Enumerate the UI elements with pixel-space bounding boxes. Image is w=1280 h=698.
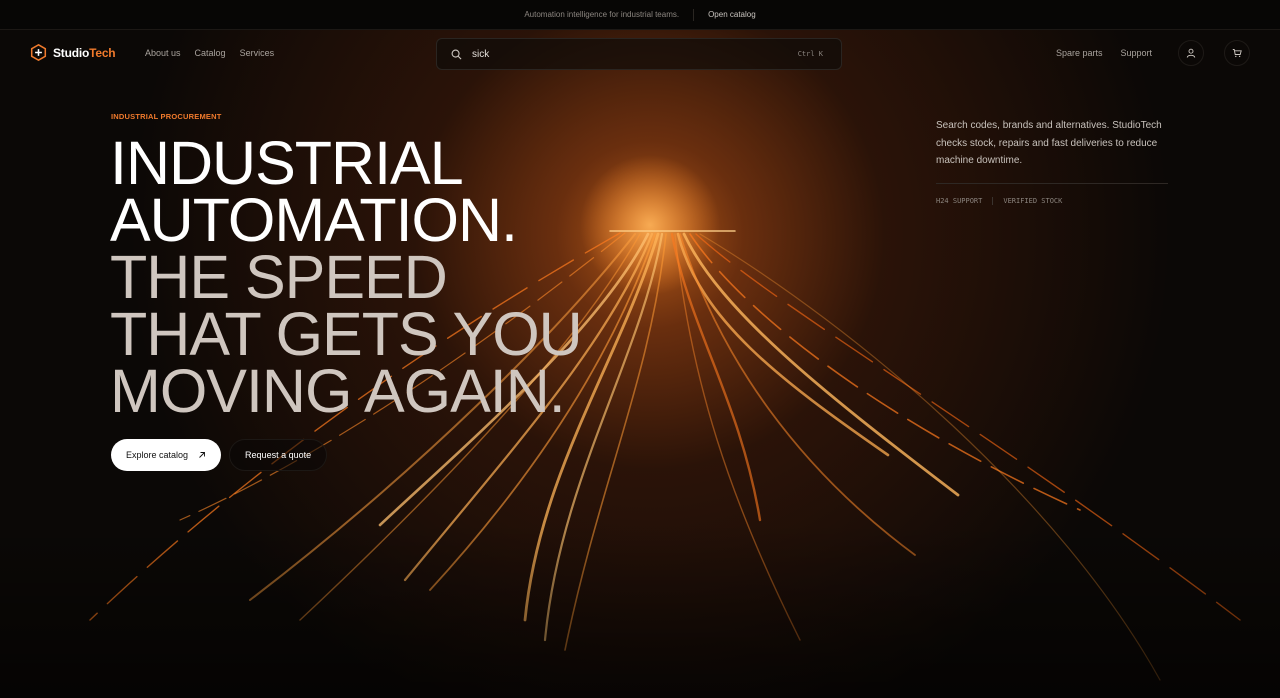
tag-verified-stock: VERIFIED STOCK [1003, 196, 1063, 205]
request-quote-button[interactable]: Request a quote [229, 439, 328, 471]
headline-line-2: AUTOMATION. [110, 186, 518, 254]
announcement-bar: Automation intelligence for industrial t… [0, 0, 1280, 30]
cart-icon [1232, 49, 1242, 58]
hero-headline: INDUSTRIAL AUTOMATION. THE SPEED THAT GE… [110, 129, 583, 425]
search-icon [451, 49, 462, 59]
search-input[interactable]: sick [472, 49, 798, 60]
hero-side-panel: Search codes, brands and alternatives. S… [936, 117, 1176, 205]
headline-line-4: THAT GETS YOU [110, 300, 583, 368]
announcement-text: Automation intelligence for industrial t… [524, 10, 680, 19]
cart-button[interactable] [1224, 40, 1250, 66]
open-catalog-link[interactable]: Open catalog [708, 10, 756, 19]
main-nav-links: About us Catalog Services [145, 48, 274, 58]
arrow-up-right-icon [199, 452, 205, 458]
request-quote-label: Request a quote [245, 450, 312, 460]
headline-line-3: THE SPEED [110, 243, 448, 311]
nav-link-spare-parts[interactable]: Spare parts [1056, 48, 1103, 58]
hero-side-text: Search codes, brands and alternatives. S… [936, 120, 1162, 166]
announcement-divider [693, 8, 695, 21]
search-bar[interactable]: sick Ctrl K [436, 38, 842, 70]
brand-name: StudioTech [53, 45, 116, 60]
nav-link-catalog[interactable]: Catalog [195, 48, 226, 58]
explore-catalog-button[interactable]: Explore catalog [111, 439, 222, 471]
explore-catalog-label: Explore catalog [126, 450, 189, 460]
side-tags: H24 SUPPORT VERIFIED STOCK [936, 196, 1176, 205]
nav-link-services[interactable]: Services [240, 48, 275, 58]
tag-separator [992, 196, 994, 205]
hero-eyebrow: INDUSTRIAL PROCUREMENT [111, 112, 222, 121]
brand-name-accent: Tech [89, 45, 116, 60]
tag-h24-support: H24 SUPPORT [936, 196, 983, 205]
logo-hexagon-icon [30, 44, 47, 61]
brand-name-main: Studio [53, 45, 90, 60]
side-divider [936, 182, 1168, 184]
headline-line-1: INDUSTRIAL [110, 129, 464, 197]
nav-right-group: Spare parts Support [1056, 40, 1250, 66]
nav-link-support[interactable]: Support [1120, 48, 1152, 58]
nav-link-about-us[interactable]: About us [145, 48, 181, 58]
headline-line-5: MOVING AGAIN. [110, 357, 566, 425]
brand-logo[interactable]: StudioTech [30, 44, 116, 61]
account-button[interactable] [1178, 40, 1204, 66]
search-shortcut-hint: Ctrl K [797, 50, 823, 58]
hero-cta-group: Explore catalog Request a quote [111, 439, 328, 471]
top-navigation: StudioTech About us Catalog Services sic… [0, 30, 1280, 80]
user-icon [1186, 48, 1196, 58]
